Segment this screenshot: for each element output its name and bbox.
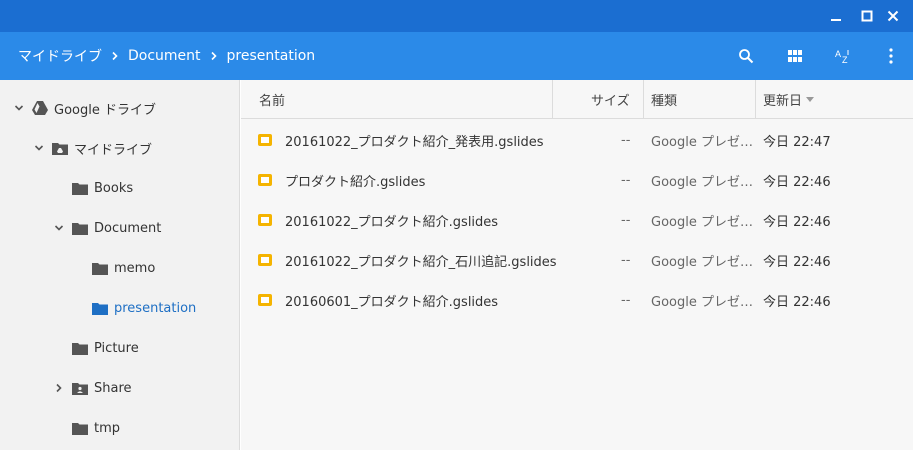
sidebar-item-books[interactable]: Books bbox=[0, 168, 239, 208]
file-size: -- bbox=[621, 252, 631, 268]
drive-icon bbox=[32, 100, 48, 116]
close-icon bbox=[887, 10, 899, 22]
minimize-button[interactable] bbox=[826, 6, 846, 26]
file-size: -- bbox=[621, 172, 631, 188]
column-divider[interactable] bbox=[755, 80, 756, 119]
table-row[interactable]: 20160601_プロダクト紹介.gslides -- Google プレゼ… … bbox=[241, 280, 913, 320]
sort-az-icon: A Z bbox=[835, 49, 849, 65]
slides-file-icon bbox=[258, 120, 272, 160]
file-modified: 今日 22:46 bbox=[763, 294, 831, 310]
chevron-right-icon[interactable] bbox=[52, 381, 66, 395]
breadcrumb: マイドライブ Document presentation bbox=[18, 32, 315, 80]
folder-icon bbox=[92, 300, 108, 316]
file-modified: 今日 22:46 bbox=[763, 254, 831, 270]
sidebar-item-label: Share bbox=[94, 380, 132, 396]
more-options-button[interactable] bbox=[879, 44, 903, 68]
slides-file-icon bbox=[258, 200, 272, 240]
table-row[interactable]: 20161022_プロダクト紹介_石川追記.gslides -- Google … bbox=[241, 240, 913, 280]
column-header-name[interactable]: 名前 bbox=[259, 80, 285, 119]
chevron-right-icon bbox=[102, 51, 128, 61]
folder-icon bbox=[92, 260, 108, 276]
grid-view-button[interactable] bbox=[783, 44, 807, 68]
sidebar-item-label: Books bbox=[94, 180, 134, 196]
column-divider[interactable] bbox=[552, 80, 553, 119]
file-name: 20160601_プロダクト紹介.gslides bbox=[285, 294, 499, 310]
file-name: 20161022_プロダクト紹介_石川追記.gslides bbox=[285, 254, 557, 270]
file-size: -- bbox=[621, 132, 631, 148]
window-titlebar bbox=[0, 0, 913, 32]
shared-folder-icon bbox=[72, 380, 88, 396]
chevron-down-icon[interactable] bbox=[32, 141, 46, 155]
file-type: Google プレゼ… bbox=[651, 214, 753, 230]
file-modified: 今日 22:46 bbox=[763, 174, 831, 190]
folder-icon bbox=[72, 180, 88, 196]
sidebar-item-presentation[interactable]: presentation bbox=[0, 288, 239, 328]
breadcrumb-my-drive[interactable]: マイドライブ bbox=[18, 46, 102, 66]
file-type: Google プレゼ… bbox=[651, 174, 753, 190]
table-row[interactable]: プロダクト紹介.gslides -- Google プレゼ… 今日 22:46 bbox=[241, 160, 913, 200]
file-type: Google プレゼ… bbox=[651, 134, 753, 150]
minimize-icon bbox=[831, 19, 841, 21]
sidebar-item-document[interactable]: Document bbox=[0, 208, 239, 248]
table-row[interactable]: 20161022_プロダクト紹介_発表用.gslides -- Google プ… bbox=[241, 120, 913, 160]
sidebar-item-memo[interactable]: memo bbox=[0, 248, 239, 288]
svg-text:A: A bbox=[835, 49, 841, 59]
sidebar-item-label: Picture bbox=[94, 340, 139, 356]
app-toolbar: マイドライブ Document presentation A Z bbox=[0, 32, 913, 80]
maximize-icon bbox=[861, 10, 873, 22]
column-divider[interactable] bbox=[643, 80, 644, 119]
sidebar-item-label: マイドライブ bbox=[74, 142, 153, 158]
column-header-modified[interactable]: 更新日 bbox=[763, 80, 815, 119]
chevron-down-icon[interactable] bbox=[52, 221, 66, 235]
grid-view-icon bbox=[788, 50, 802, 62]
file-name: 20161022_プロダクト紹介.gslides bbox=[285, 214, 499, 230]
sidebar-item-label: memo bbox=[114, 260, 156, 276]
sidebar-item-label: Document bbox=[94, 220, 162, 236]
breadcrumb-document[interactable]: Document bbox=[128, 48, 201, 64]
file-type: Google プレゼ… bbox=[651, 294, 753, 310]
file-size: -- bbox=[621, 292, 631, 308]
sidebar-item-label: tmp bbox=[94, 420, 121, 436]
file-name: 20161022_プロダクト紹介_発表用.gslides bbox=[285, 134, 544, 150]
file-modified: 今日 22:47 bbox=[763, 134, 831, 150]
column-header-size[interactable]: サイズ bbox=[591, 80, 630, 119]
sidebar-item-picture[interactable]: Picture bbox=[0, 328, 239, 368]
search-icon bbox=[739, 49, 754, 64]
file-size: -- bbox=[621, 212, 631, 228]
slides-file-icon bbox=[258, 240, 272, 280]
svg-text:Z: Z bbox=[842, 55, 848, 65]
file-list-header: 名前 サイズ 種類 更新日 bbox=[241, 80, 913, 119]
file-type: Google プレゼ… bbox=[651, 254, 753, 270]
file-modified: 今日 22:46 bbox=[763, 214, 831, 230]
sidebar-item-share[interactable]: Share bbox=[0, 368, 239, 408]
my-drive-icon bbox=[52, 140, 68, 156]
sort-button[interactable]: A Z bbox=[831, 44, 855, 68]
file-name: プロダクト紹介.gslides bbox=[285, 174, 426, 190]
sidebar-item-my-drive[interactable]: マイドライブ bbox=[0, 128, 239, 168]
folder-icon bbox=[72, 420, 88, 436]
search-button[interactable] bbox=[734, 44, 758, 68]
column-header-type[interactable]: 種類 bbox=[651, 80, 677, 119]
sidebar-item-google-drive[interactable]: Google ドライブ bbox=[0, 88, 239, 128]
chevron-down-icon[interactable] bbox=[12, 101, 26, 115]
more-vert-icon bbox=[889, 48, 893, 64]
navigation-sidebar: Google ドライブ マイドライブ Books Document memo p… bbox=[0, 80, 240, 450]
sort-descending-icon bbox=[806, 97, 815, 102]
maximize-button[interactable] bbox=[857, 6, 877, 26]
folder-icon bbox=[72, 340, 88, 356]
sidebar-item-tmp[interactable]: tmp bbox=[0, 408, 239, 448]
sidebar-item-label: presentation bbox=[114, 300, 197, 316]
column-header-modified-label: 更新日 bbox=[763, 94, 803, 109]
breadcrumb-presentation[interactable]: presentation bbox=[227, 48, 316, 64]
file-list: 名前 サイズ 種類 更新日 20161022_プロダクト紹介_発表用.gslid… bbox=[241, 80, 913, 450]
chevron-right-icon bbox=[201, 51, 227, 61]
slides-file-icon bbox=[258, 160, 272, 200]
close-button[interactable] bbox=[883, 6, 903, 26]
table-row[interactable]: 20161022_プロダクト紹介.gslides -- Google プレゼ… … bbox=[241, 200, 913, 240]
sidebar-item-label: Google ドライブ bbox=[54, 102, 156, 118]
folder-icon bbox=[72, 220, 88, 236]
slides-file-icon bbox=[258, 280, 272, 320]
